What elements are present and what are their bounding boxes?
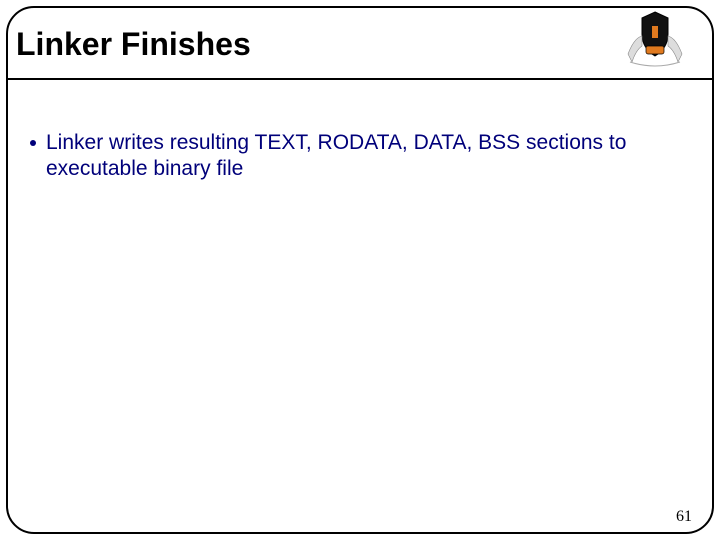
- page-number: 61: [676, 508, 692, 526]
- slide-title: Linker Finishes: [16, 26, 251, 63]
- slide-body: Linker writes resulting TEXT, RODATA, DA…: [30, 130, 690, 183]
- bullet-text: Linker writes resulting TEXT, RODATA, DA…: [46, 130, 690, 183]
- bullet-dot-icon: [30, 140, 36, 146]
- university-crest-icon: [616, 8, 694, 70]
- slide-frame: [6, 6, 714, 534]
- bullet-item: Linker writes resulting TEXT, RODATA, DA…: [30, 130, 690, 183]
- title-row: Linker Finishes: [8, 10, 712, 80]
